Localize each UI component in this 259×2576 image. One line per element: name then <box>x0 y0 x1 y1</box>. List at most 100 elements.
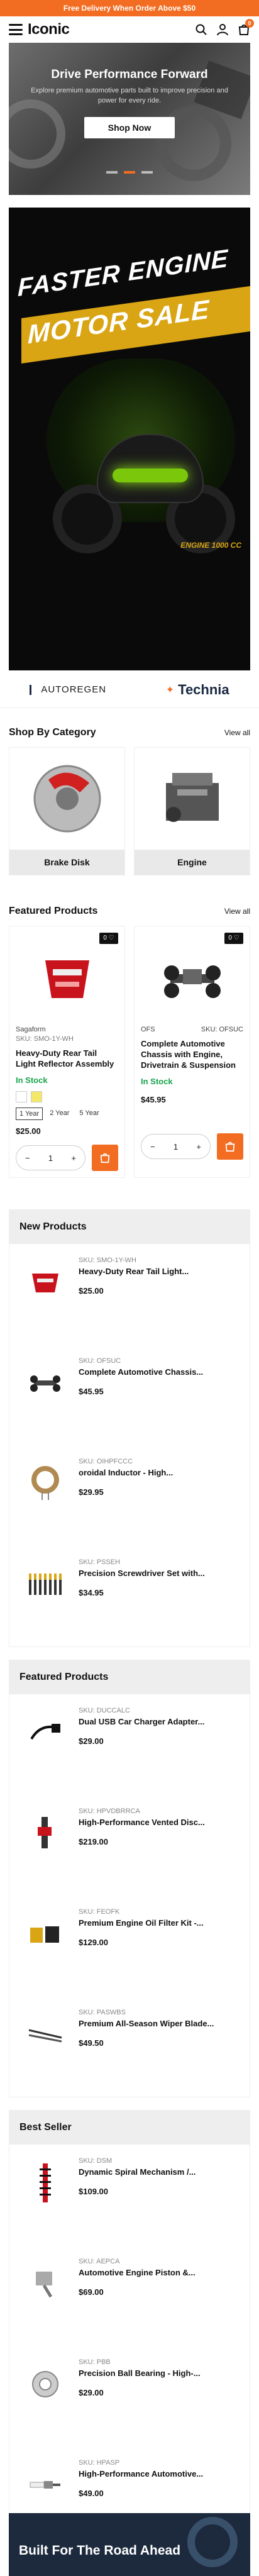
plus-icon[interactable]: + <box>71 1153 76 1163</box>
wishlist-button[interactable]: 0 ♡ <box>99 933 118 944</box>
list-item[interactable]: SKU: FEOFK Premium Engine Oil Filter Kit … <box>9 1896 250 1996</box>
category-card-engine[interactable]: Engine <box>134 747 250 875</box>
item-name[interactable]: Premium Engine Oil Filter Kit -... <box>79 1918 217 1928</box>
brand-technia[interactable]: ✦ Technia <box>166 682 229 698</box>
minus-icon[interactable]: − <box>150 1142 155 1152</box>
product-card[interactable]: 0 ♡ Sagaform SKU: SMO-1Y-WH Heavy-Duty R… <box>9 926 125 1178</box>
brake-disk-image <box>9 748 124 850</box>
add-to-cart-button[interactable] <box>92 1145 118 1171</box>
product-sku: SKU: SMO-1Y-WH <box>16 1035 74 1043</box>
best-seller-list: Best Seller SKU: DSM Dynamic Spiral Mecha… <box>9 2110 250 2548</box>
tail-light-thumb <box>19 1257 71 1308</box>
item-price: $219.00 <box>79 1837 108 1846</box>
item-name[interactable]: High-Performance Automotive... <box>79 2469 217 2479</box>
variant-option[interactable]: 1 Year <box>16 1108 43 1120</box>
item-sku: SKU: DUCCALC <box>79 1707 130 1714</box>
swatch-white[interactable] <box>16 1091 27 1102</box>
item-name[interactable]: Complete Automotive Chassis... <box>79 1367 217 1377</box>
brand-strip: AUTOREGEN ✦ Technia <box>0 672 259 708</box>
slider-dot[interactable] <box>106 171 118 174</box>
add-to-cart-button[interactable] <box>217 1133 243 1160</box>
hero-subtitle: Explore premium automotive parts built t… <box>31 87 228 104</box>
item-sku: SKU: HPASP <box>79 2459 120 2467</box>
item-price: $45.95 <box>79 1387 104 1396</box>
item-name[interactable]: Precision Ball Bearing - High-... <box>79 2368 217 2378</box>
site-logo[interactable]: Iconic <box>28 21 70 38</box>
list-item[interactable]: SKU: DUCCALC Dual USB Car Charger Adapter… <box>9 1694 250 1795</box>
product-card[interactable]: 0 ♡ OFS SKU: OFSUC Complete Automotive C… <box>134 926 250 1178</box>
site-header: Iconic 0 <box>0 16 259 43</box>
list-item[interactable]: SKU: SMO-1Y-WH Heavy-Duty Rear Tail Light… <box>9 1244 250 1345</box>
list-item[interactable]: SKU: OIHPFCCC oroidal Inductor - High... $… <box>9 1445 250 1546</box>
tail-light-image <box>16 941 118 1017</box>
list-item[interactable]: SKU: HPVDBRRCA High-Performance Vented Di… <box>9 1795 250 1896</box>
item-name[interactable]: Dual USB Car Charger Adapter... <box>79 1717 217 1726</box>
hero-bg-part <box>9 99 65 169</box>
oil-filter-thumb <box>19 1908 71 1960</box>
category-label: Engine <box>135 850 250 875</box>
category-card-brake-disk[interactable]: Brake Disk <box>9 747 125 875</box>
item-price: $69.00 <box>79 2287 104 2297</box>
category-label: Brake Disk <box>9 850 124 875</box>
item-name[interactable]: High-Performance Vented Disc... <box>79 1818 217 1827</box>
item-price: $49.00 <box>79 2489 104 2498</box>
warranty-options: 1 Year 2 Year 5 Year <box>16 1108 118 1120</box>
product-name[interactable]: Complete Automotive Chassis with Engine,… <box>141 1038 243 1070</box>
plus-icon[interactable]: + <box>196 1142 201 1152</box>
item-name[interactable]: Dynamic Spiral Mechanism /... <box>79 2167 217 2177</box>
item-price: $34.95 <box>79 1588 104 1597</box>
item-name[interactable]: Precision Screwdriver Set with... <box>79 1568 217 1578</box>
item-price: $25.00 <box>79 1286 104 1296</box>
footer-banner[interactable]: Built For The Road Ahead <box>9 2513 250 2576</box>
item-sku: SKU: SMO-1Y-WH <box>79 1257 136 1264</box>
quantity-value: 1 <box>173 1141 179 1152</box>
shop-now-button[interactable]: Shop Now <box>84 117 175 138</box>
item-sku: SKU: DSM <box>79 2157 113 2165</box>
minus-icon[interactable]: − <box>25 1153 30 1163</box>
item-sku: SKU: FEOFK <box>79 1908 120 1916</box>
list-title: New Products <box>9 1210 250 1244</box>
spark-plug-thumb <box>19 2459 71 2511</box>
engine-image <box>135 748 250 850</box>
hero-slider: Drive Performance Forward Explore premiu… <box>9 43 250 195</box>
product-name[interactable]: Heavy-Duty Rear Tail Light Reflector Ass… <box>16 1048 118 1069</box>
swatch-yellow[interactable] <box>31 1091 42 1102</box>
view-all-link[interactable]: View all <box>224 907 250 916</box>
item-price: $29.00 <box>79 1736 104 1746</box>
quantity-stepper[interactable]: − 1 + <box>141 1134 211 1159</box>
list-item[interactable]: SKU: PBB Precision Ball Bearing - High-..… <box>9 2346 250 2446</box>
section-title: Featured Products <box>9 906 98 916</box>
account-icon[interactable] <box>216 23 229 36</box>
item-name[interactable]: Automotive Engine Piston &... <box>79 2268 217 2277</box>
view-all-link[interactable]: View all <box>224 728 250 737</box>
list-item[interactable]: SKU: DSM Dynamic Spiral Mechanism /... $10… <box>9 2145 250 2245</box>
item-name[interactable]: oroidal Inductor - High... <box>79 1468 217 1477</box>
product-brand: Sagaform <box>16 1026 46 1033</box>
product-grid: 0 ♡ Sagaform SKU: SMO-1Y-WH Heavy-Duty R… <box>0 926 259 1178</box>
list-item[interactable]: SKU: OFSUC Complete Automotive Chassis...… <box>9 1345 250 1445</box>
cart-icon <box>100 1153 110 1163</box>
list-item[interactable]: SKU: PASWBS Premium All-Season Wiper Blad… <box>9 1996 250 2097</box>
promo-banner[interactable]: FASTER ENGINE MOTOR SALE ENGINE 1000 CC <box>9 208 250 670</box>
search-icon[interactable] <box>195 23 207 36</box>
wiper-blade-thumb <box>19 2009 71 2060</box>
wishlist-button[interactable]: 0 ♡ <box>224 933 243 944</box>
brake-caliper-thumb <box>19 1807 71 1859</box>
product-sku: SKU: OFSUC <box>201 1026 243 1033</box>
variant-option[interactable]: 5 Year <box>76 1108 102 1120</box>
list-item[interactable]: SKU: PSSEH Precision Screwdriver Set with… <box>9 1546 250 1646</box>
slider-dot[interactable] <box>141 171 153 174</box>
item-name[interactable]: Heavy-Duty Rear Tail Light... <box>79 1267 217 1276</box>
list-item[interactable]: SKU: AEPCA Automotive Engine Piston &... $… <box>9 2245 250 2346</box>
item-price: $129.00 <box>79 1938 108 1947</box>
item-name[interactable]: Premium All-Season Wiper Blade... <box>79 2019 217 2028</box>
menu-icon[interactable] <box>9 24 23 35</box>
section-title: Shop By Category <box>9 727 96 738</box>
variant-option[interactable]: 2 Year <box>47 1108 72 1120</box>
featured-products-list: Featured Products SKU: DUCCALC Dual USB C… <box>9 1660 250 2097</box>
cart-button[interactable]: 0 <box>238 19 254 36</box>
quantity-stepper[interactable]: − 1 + <box>16 1145 85 1170</box>
slider-dot-active[interactable] <box>124 171 135 174</box>
brand-autoregen[interactable]: AUTOREGEN <box>30 684 106 695</box>
screwdriver-set-thumb <box>19 1558 71 1610</box>
